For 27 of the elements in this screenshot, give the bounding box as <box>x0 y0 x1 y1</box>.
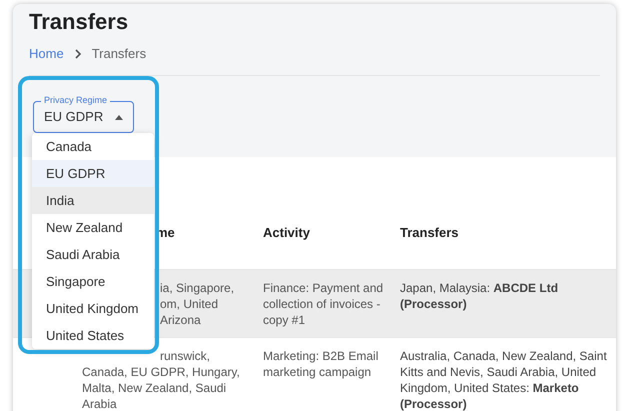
page-title: Transfers <box>29 8 128 36</box>
breadcrumb-link[interactable]: Home <box>29 44 64 64</box>
menu-option[interactable]: India <box>32 187 154 214</box>
cell-text-line: Arizona <box>160 312 201 328</box>
menu-option[interactable]: Saudi Arabia <box>32 241 154 268</box>
menu-option[interactable]: United Kingdom <box>32 295 154 322</box>
menu-option[interactable]: EU GDPR <box>32 160 154 187</box>
cell-text-line: runswick, <box>160 348 210 364</box>
cell-text-line: Arabia <box>82 396 117 411</box>
table-cell-text: Marketing: B2B Email marketing campaign <box>263 348 380 380</box>
table-cell-text: Finance: Payment and collection of invoices - copy #1 <box>263 280 384 328</box>
column-header: Transfers <box>400 225 459 240</box>
field-label: Privacy Regime <box>41 94 110 106</box>
column-header: Activity <box>263 225 310 240</box>
cell-text-line: ia, Singapore, <box>160 280 234 296</box>
menu-option[interactable]: New Zealand <box>32 214 154 241</box>
menu-option[interactable]: Singapore <box>32 268 154 295</box>
table-cell-text: Japan, Malaysia: ABCDE Ltd (Processor) <box>400 280 560 312</box>
chevron-right-icon <box>74 49 82 59</box>
menu-option[interactable]: United States <box>32 322 154 349</box>
caret-up-icon <box>115 114 123 120</box>
cell-text-line: om, United <box>160 296 218 312</box>
cell-text-line: Malta, New Zealand, Saudi <box>82 380 226 396</box>
menu-option[interactable]: Canada <box>32 133 154 160</box>
cell-text-line: Canada, EU GDPR, Hungary, <box>82 364 240 380</box>
breadcrumb-current: Transfers <box>92 45 146 64</box>
table-cell-text: Australia, Canada, New Zealand, Saint Kitts and Nevis, Saudi Arabia, United Kingdom, United States: Marketo (Processor) <box>400 348 608 411</box>
